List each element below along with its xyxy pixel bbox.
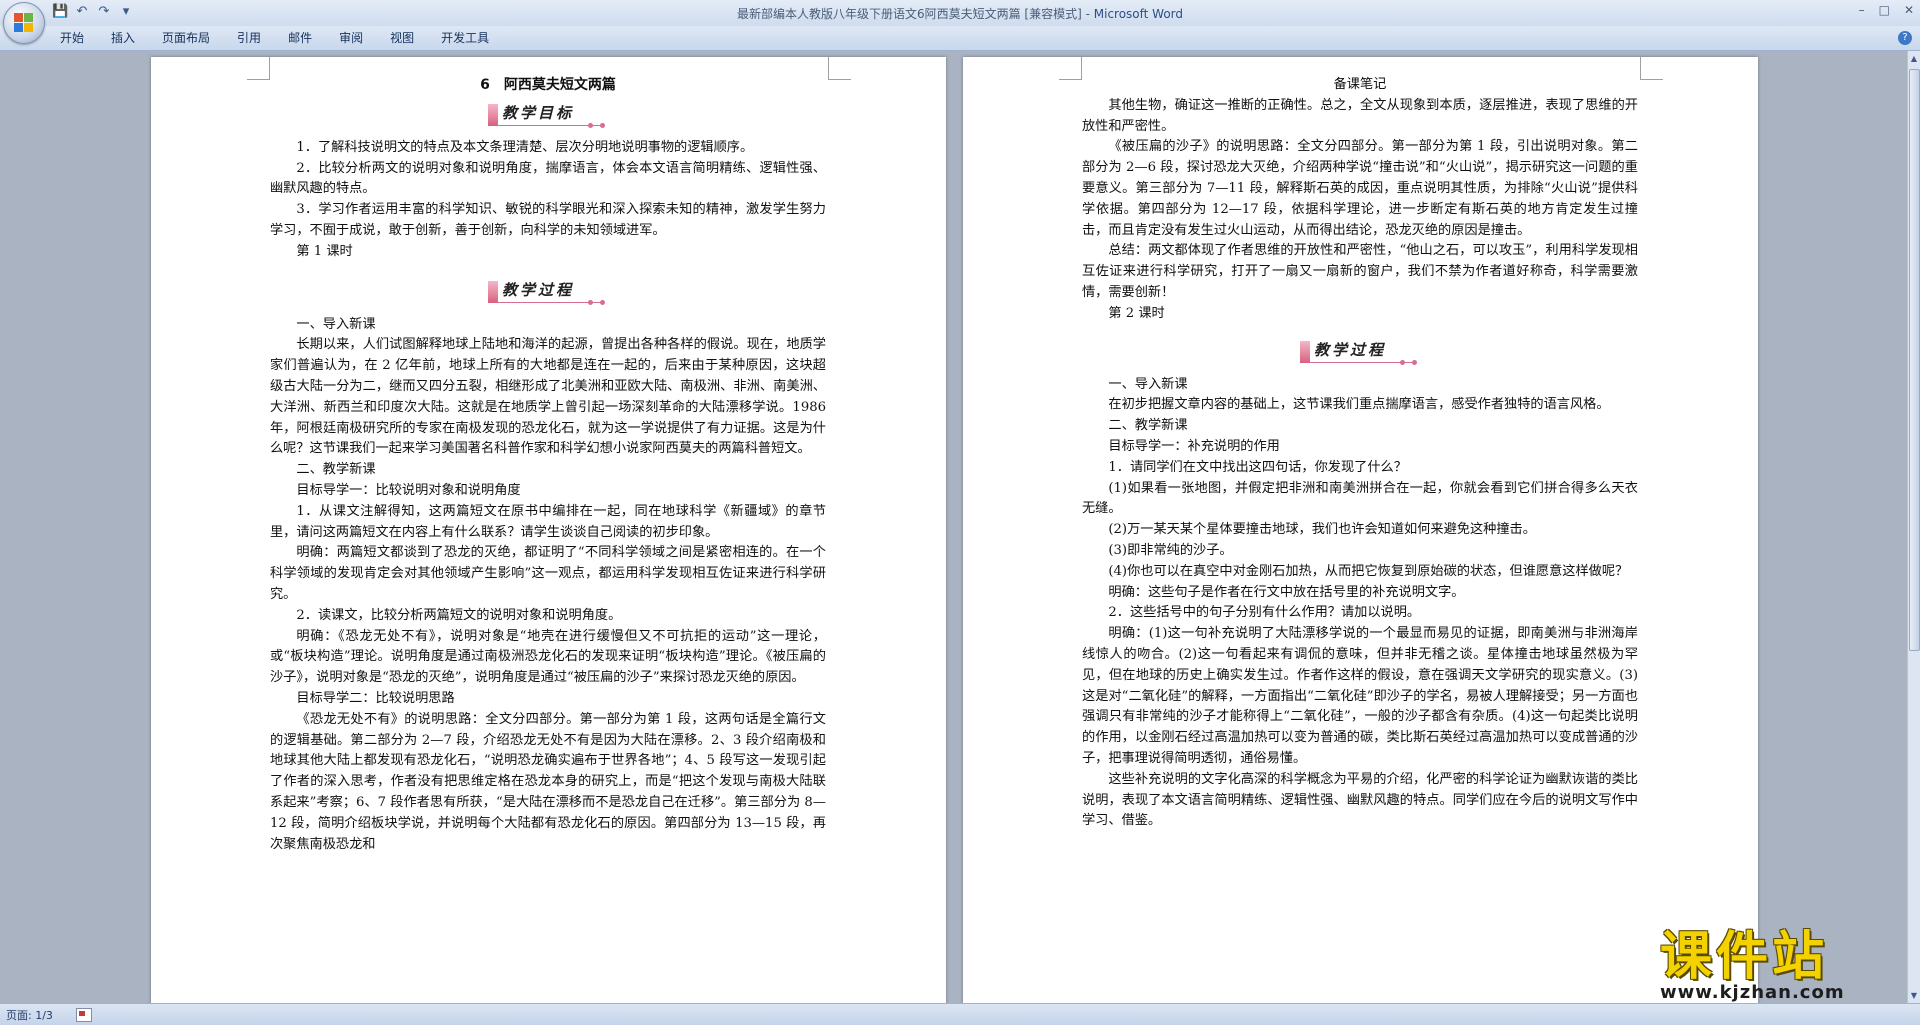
document-name: 最新部编本人教版八年级下册语文6阿西莫夫短文两篇 [兼容模式]	[736, 7, 1082, 21]
banner-flag-icon	[1300, 340, 1310, 363]
body-paragraph: 明确：这些句子是作者在行文中放在括号里的补充说明文字。	[1108, 584, 1465, 600]
section-banner-process: 教学过程	[1300, 337, 1420, 365]
body-paragraph: 一、导入新课	[296, 316, 376, 332]
maximize-icon[interactable]: □	[1879, 3, 1890, 17]
banner-dot-icon	[588, 299, 593, 305]
scrollbar-thumb[interactable]	[1909, 69, 1920, 651]
tab-insert[interactable]: 插入	[111, 30, 151, 46]
body-paragraph: 1．请同学们在文中找出这四句话，你发现了什么？	[1108, 459, 1407, 475]
page-2[interactable]: 备课笔记 其他生物，确证这一推断的正确性。总之，全文从现象到本质，逐层推进，表现…	[963, 57, 1758, 1004]
body-paragraph: 目标导学一：比较说明对象和说明角度	[296, 482, 521, 498]
watermark-url: www.kjzhan.com	[1660, 982, 1845, 1003]
banner-dot-icon	[588, 122, 593, 128]
margin-corner-mark	[247, 57, 270, 80]
body-paragraph: 明确：两篇短文都谈到了恐龙的灭绝，都证明了“不同科学领域之间是紧密相连的。在一个…	[270, 545, 826, 602]
page-1-text[interactable]: 6 阿西莫夫短文两篇 教学目标 1．了解科技说明文的特点及本文条理清楚、层次分明…	[270, 75, 826, 855]
body-paragraph: 一、导入新课	[1108, 376, 1188, 392]
watermark-logo: 课件站 www.kjzhan.com	[1660, 928, 1910, 1008]
body-paragraph: (4)你也可以在真空中对金刚石加热，从而把它恢复到原始碳的状态，但谁愿意这样做呢…	[1108, 563, 1629, 579]
page-1[interactable]: 6 阿西莫夫短文两篇 教学目标 1．了解科技说明文的特点及本文条理清楚、层次分明…	[151, 57, 946, 1004]
tab-developer[interactable]: 开发工具	[441, 30, 505, 46]
status-bar: 页面: 1/3	[0, 1003, 1920, 1025]
section-banner-process: 教学过程	[488, 277, 608, 305]
margin-corner-mark	[1640, 57, 1663, 80]
lesson-title: 6 阿西莫夫短文两篇	[480, 77, 616, 93]
body-paragraph: (2)万一某天某个星体要撞击地球，我们也许会知道如何来避免这种撞击。	[1108, 522, 1536, 538]
lesson-period: 第 1 课时	[296, 243, 353, 259]
proofing-icon[interactable]	[76, 1008, 92, 1022]
title-bar: 💾 ↶ ↷ ▾ 最新部编本人教版八年级下册语文6阿西莫夫短文两篇 [兼容模式] …	[0, 0, 1920, 44]
application-name: Microsoft Word	[1093, 7, 1184, 21]
body-paragraph: 二、教学新课	[1108, 418, 1188, 434]
body-paragraph: 《恐龙无处不有》的说明思路：全文分四部分。第一部分为第 1 段，这两句话是全篇行…	[270, 711, 826, 852]
margin-corner-mark	[1059, 57, 1082, 80]
tab-references[interactable]: 引用	[237, 30, 277, 46]
banner-dot-icon	[600, 299, 605, 305]
body-paragraph: 2．读课文，比较分析两篇短文的说明对象和说明角度。	[296, 607, 622, 623]
tab-view[interactable]: 视图	[390, 30, 430, 46]
tab-home[interactable]: 开始	[60, 30, 100, 46]
office-logo-icon	[14, 13, 34, 33]
title-separator: -	[1081, 7, 1094, 21]
body-paragraph: (3)即非常纯的沙子。	[1108, 542, 1233, 558]
lesson-period: 第 2 课时	[1108, 305, 1165, 321]
body-paragraph: 1．从课文注解得知，这两篇短文在原书中编排在一起，同在地球科学《新疆域》的章节里…	[270, 503, 826, 540]
body-paragraph: 目标导学一：补充说明的作用	[1108, 438, 1280, 454]
body-paragraph: 其他生物，确证这一推断的正确性。总之，全文从现象到本质，逐层推进，表现了思维的开…	[1082, 97, 1638, 134]
tab-review[interactable]: 审阅	[339, 30, 379, 46]
body-paragraph: 这些补充说明的文字化高深的科学概念为平易的介绍，化严密的科学论证为幽默诙谐的类比…	[1082, 771, 1638, 829]
vertical-scrollbar[interactable]: ▲ ▼	[1907, 51, 1920, 1004]
page-2-text[interactable]: 备课笔记 其他生物，确证这一推断的正确性。总之，全文从现象到本质，逐层推进，表现…	[1082, 75, 1638, 832]
section-banner-goals: 教学目标	[488, 100, 608, 128]
banner-flag-icon	[488, 280, 498, 303]
window-title: 最新部编本人教版八年级下册语文6阿西莫夫短文两篇 [兼容模式] - Micros…	[0, 5, 1920, 22]
window-controls: – □ ✕	[1859, 3, 1914, 17]
banner-dot-icon	[1400, 359, 1405, 365]
margin-corner-mark	[828, 57, 851, 80]
body-paragraph: (1)如果看一张地图，并假定把非洲和南美洲拼合在一起，你就会看到它们拼合得多么天…	[1082, 480, 1638, 517]
body-paragraph: 在初步把握文章内容的基础上，这节课我们重点揣摩语言，感受作者独特的语言风格。	[1108, 397, 1610, 413]
page-count[interactable]: 页面: 1/3	[6, 1007, 53, 1023]
body-paragraph: 《被压扁的沙子》的说明思路：全文分四部分。第一部分为第 1 段，引出说明对象。第…	[1082, 139, 1638, 238]
document-workspace: 6 阿西莫夫短文两篇 教学目标 1．了解科技说明文的特点及本文条理清楚、层次分明…	[0, 51, 1908, 1004]
minimize-icon[interactable]: –	[1859, 3, 1865, 17]
body-paragraph: 明确：《恐龙无处不有》，说明对象是“地壳在进行缓慢但又不可抗拒的运动”这一理论，…	[270, 628, 826, 686]
banner-text: 教学目标	[502, 103, 575, 122]
page-header: 备课笔记	[1333, 77, 1387, 92]
goal-paragraph: 2．比较分析两文的说明对象和说明角度，揣摩语言，体会本文语言简明精练、逻辑性强、…	[270, 160, 826, 197]
banner-text: 教学过程	[502, 280, 575, 299]
ribbon-tab-bar: 开始 插入 页面布局 引用 邮件 审阅 视图 开发工具 ?	[0, 26, 1920, 51]
help-icon[interactable]: ?	[1898, 31, 1912, 45]
watermark-title: 课件站	[1660, 927, 1829, 987]
close-icon[interactable]: ✕	[1904, 3, 1914, 17]
banner-text: 教学过程	[1314, 340, 1387, 359]
tab-mailings[interactable]: 邮件	[288, 30, 328, 46]
body-paragraph: 2．这些括号中的句子分别有什么作用？请加以说明。	[1108, 605, 1421, 621]
scroll-up-icon[interactable]: ▲	[1908, 53, 1920, 65]
banner-dot-icon	[600, 122, 605, 128]
body-paragraph: 目标导学二：比较说明思路	[296, 690, 455, 706]
goal-paragraph: 1．了解科技说明文的特点及本文条理清楚、层次分明地说明事物的逻辑顺序。	[296, 139, 754, 155]
office-button[interactable]	[3, 2, 45, 44]
banner-flag-icon	[488, 103, 498, 126]
body-paragraph: 总结：两文都体现了作者思维的开放性和严密性，“他山之石，可以攻玉”，利用科学发现…	[1082, 243, 1638, 300]
banner-dot-icon	[1412, 359, 1417, 365]
body-paragraph: 明确：(1)这一句补充说明了大陆漂移学说的一个最显而易见的证据，即南美洲与非洲海…	[1082, 626, 1638, 766]
body-paragraph: 二、教学新课	[296, 462, 376, 478]
goal-paragraph: 3．学习作者运用丰富的科学知识、敏锐的科学眼光和深入探索未知的精神，激发学生努力…	[270, 202, 826, 238]
ribbon-tabs: 开始 插入 页面布局 引用 邮件 审阅 视图 开发工具	[60, 30, 516, 46]
body-paragraph: 长期以来，人们试图解释地球上陆地和海洋的起源，曾提出各种各样的假说。现在，地质学…	[270, 337, 826, 457]
tab-page-layout[interactable]: 页面布局	[162, 30, 226, 46]
